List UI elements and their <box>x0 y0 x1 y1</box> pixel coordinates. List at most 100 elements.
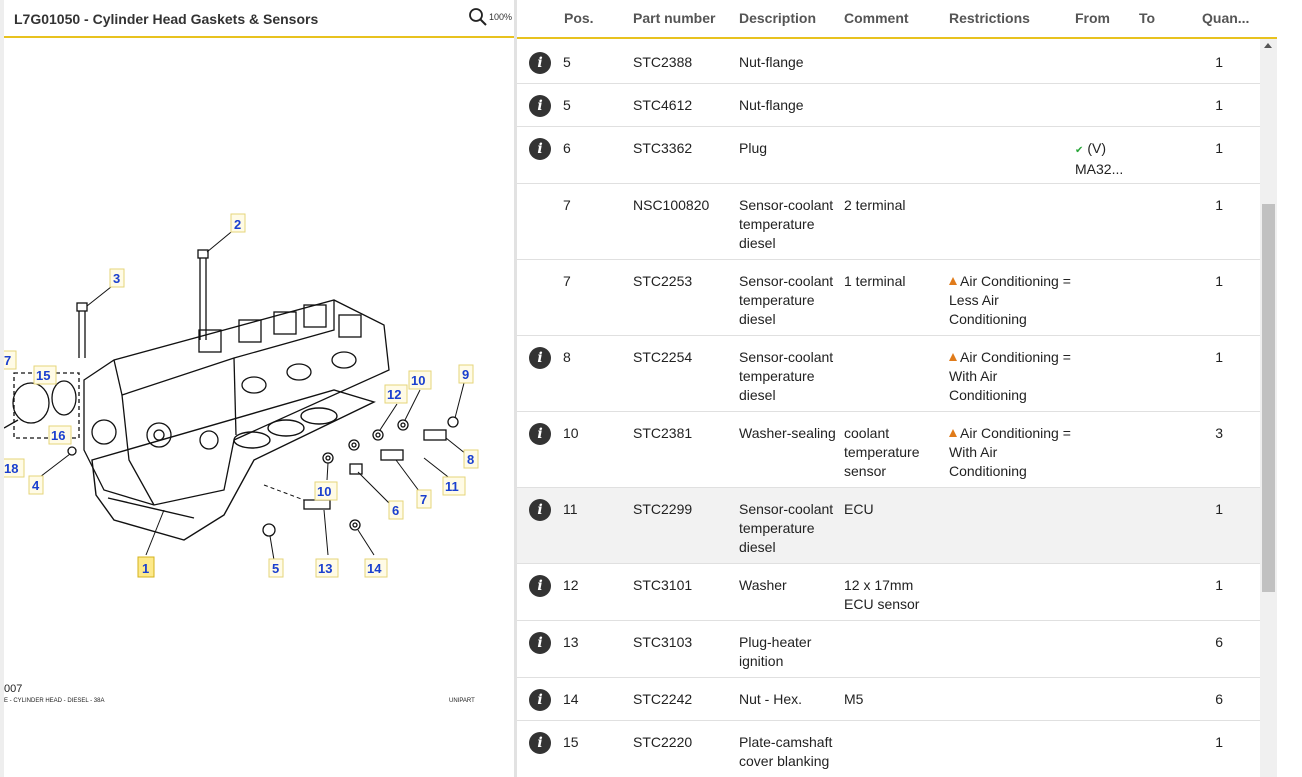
table-row[interactable]: i 12 STC3101 Washer 12 x 17mm ECU sensor 1 <box>517 564 1260 621</box>
callout-10-right[interactable]: 10 <box>408 370 432 390</box>
cell-comment: M5 <box>844 691 864 707</box>
info-circle-icon[interactable]: i <box>529 138 551 160</box>
scrollbar-thumb[interactable] <box>1262 204 1275 592</box>
cell-pos: 6 <box>563 140 571 156</box>
table-row[interactable]: i 13 STC3103 Plug-heater ignition 6 <box>517 621 1260 678</box>
cell-part-number[interactable]: STC2388 <box>633 53 733 72</box>
zoom-button[interactable]: 100% <box>468 6 512 30</box>
callout-14[interactable]: 14 <box>364 558 388 578</box>
table-row[interactable]: i 15 STC2220 Plate-camshaft cover blanking 1 <box>517 721 1260 777</box>
check-icon: ✔ <box>1075 145 1084 156</box>
callout-11[interactable]: 11 <box>442 476 466 496</box>
col-header-description[interactable]: Description <box>739 10 816 26</box>
info-circle-icon[interactable]: i <box>529 499 551 521</box>
callout-10-left[interactable]: 10 <box>314 481 338 501</box>
cell-comment: 12 x 17mm ECU sensor <box>844 577 920 612</box>
table-row[interactable]: 7 STC2253 Sensor-coolant temperature diese… <box>517 260 1260 336</box>
info-circle-icon[interactable]: i <box>529 575 551 597</box>
cell-part-number[interactable]: STC4612 <box>633 96 733 115</box>
cell-part-number[interactable]: STC2242 <box>633 690 733 709</box>
cylinder-head-drawing: 1 2 3 4 5 6 7 7 8 9 10 10 11 12 13 14 15… <box>4 213 479 704</box>
callout-7-right[interactable]: 7 <box>416 489 432 509</box>
callout-3[interactable]: 3 <box>109 268 125 288</box>
callout-15[interactable]: 15 <box>33 365 57 385</box>
table-row[interactable]: i 8 STC2254 Sensor-coolant temperature dies… <box>517 336 1260 412</box>
col-header-restrictions[interactable]: Restrictions <box>949 10 1030 26</box>
table-row[interactable]: i 5 STC4612 Nut-flange 1 <box>517 84 1260 127</box>
info-circle-icon[interactable]: i <box>529 347 551 369</box>
callout-13[interactable]: 13 <box>315 558 339 578</box>
cell-part-number[interactable]: STC2253 <box>633 272 733 291</box>
cell-quantity: 1 <box>1215 54 1223 70</box>
svg-text:16: 16 <box>51 428 65 443</box>
callout-1[interactable]: 1 <box>137 556 155 578</box>
col-header-pos[interactable]: Pos. <box>564 10 594 26</box>
head-gasket-shape <box>91 389 376 541</box>
cylinder-head-shape <box>83 299 390 506</box>
callout-16[interactable]: 16 <box>48 425 72 445</box>
cell-pos: 14 <box>563 691 579 707</box>
cell-part-number[interactable]: STC3362 <box>633 139 733 158</box>
info-circle-icon[interactable]: i <box>529 52 551 74</box>
cell-comment: ECU <box>844 501 874 517</box>
col-header-comment[interactable]: Comment <box>844 10 909 26</box>
cell-part-number[interactable]: STC3103 <box>633 633 733 652</box>
callout-2[interactable]: 2 <box>230 213 246 233</box>
cell-description: Nut-flange <box>739 97 804 113</box>
cell-part-number[interactable]: STC2381 <box>633 424 733 443</box>
svg-text:7: 7 <box>4 353 11 368</box>
table-row[interactable]: i 5 STC2388 Nut-flange 1 <box>517 41 1260 84</box>
callout-18[interactable]: 18 <box>4 458 25 478</box>
warning-triangle-icon <box>949 277 957 285</box>
cell-part-number[interactable]: STC2299 <box>633 500 733 519</box>
warning-triangle-icon <box>949 353 957 361</box>
cell-part-number[interactable]: STC2220 <box>633 733 733 752</box>
cell-part-number[interactable]: NSC100820 <box>633 196 733 215</box>
cell-quantity: 1 <box>1215 349 1223 365</box>
info-circle-icon[interactable]: i <box>529 632 551 654</box>
callout-4[interactable]: 4 <box>28 475 44 495</box>
svg-text:18: 18 <box>4 461 18 476</box>
cell-part-number[interactable]: STC3101 <box>633 576 733 595</box>
col-header-quantity[interactable]: Quan... <box>1202 10 1249 26</box>
cell-pos: 8 <box>563 349 571 365</box>
cell-description: Nut-flange <box>739 54 804 70</box>
col-header-from[interactable]: From <box>1075 10 1110 26</box>
table-row[interactable]: i 14 STC2242 Nut - Hex. M5 6 <box>517 678 1260 721</box>
cell-description: Nut - Hex. <box>739 691 803 707</box>
table-row[interactable]: i 10 STC2381 Washer-sealing coolant temperat… <box>517 412 1260 488</box>
svg-text:5: 5 <box>272 561 279 576</box>
callout-9[interactable]: 9 <box>458 364 474 384</box>
callout-6[interactable]: 6 <box>388 500 404 520</box>
info-circle-icon[interactable]: i <box>529 423 551 445</box>
info-circle-icon[interactable]: i <box>529 689 551 711</box>
svg-text:15: 15 <box>36 368 50 383</box>
cell-quantity: 6 <box>1215 634 1223 650</box>
col-header-to[interactable]: To <box>1139 10 1155 26</box>
callout-8[interactable]: 8 <box>463 449 479 469</box>
cell-pos: 11 <box>563 501 578 517</box>
cell-pos: 15 <box>563 734 579 750</box>
info-circle-icon[interactable]: i <box>529 732 551 754</box>
scroll-up-arrow-icon[interactable] <box>1264 43 1272 48</box>
cell-description: Sensor-coolant temperature diesel <box>739 349 834 403</box>
restriction-text: Air Conditioning = With Air Conditioning <box>949 349 1071 403</box>
cell-part-number[interactable]: STC2254 <box>633 348 733 367</box>
exploded-diagram[interactable]: 1 2 3 4 5 6 7 7 8 9 10 10 11 12 13 14 15… <box>4 40 514 777</box>
col-header-part-number[interactable]: Part number <box>633 10 715 26</box>
callout-5[interactable]: 5 <box>268 558 284 578</box>
cell-from: ✔ (V) MA32... <box>1075 139 1133 179</box>
table-row[interactable]: i 6 STC3362 Plug ✔ (V) MA32... 1 <box>517 127 1260 184</box>
table-row[interactable]: i 11 STC2299 Sensor-coolant temperature die… <box>517 488 1260 564</box>
svg-text:1: 1 <box>142 561 149 576</box>
table-scrollbar[interactable] <box>1260 39 1277 777</box>
cell-restrictions: Air Conditioning = Less Air Conditioning <box>949 272 1071 329</box>
diagram-title: L7G01050 - Cylinder Head Gaskets & Senso… <box>14 11 319 27</box>
callout-7-left[interactable]: 7 <box>4 350 17 370</box>
table-row[interactable]: 7 NSC100820 Sensor-coolant temperature die… <box>517 184 1260 260</box>
callout-12[interactable]: 12 <box>384 384 408 404</box>
cell-quantity: 1 <box>1215 577 1223 593</box>
svg-text:14: 14 <box>367 561 382 576</box>
info-circle-icon[interactable]: i <box>529 95 551 117</box>
cell-quantity: 1 <box>1215 197 1223 213</box>
